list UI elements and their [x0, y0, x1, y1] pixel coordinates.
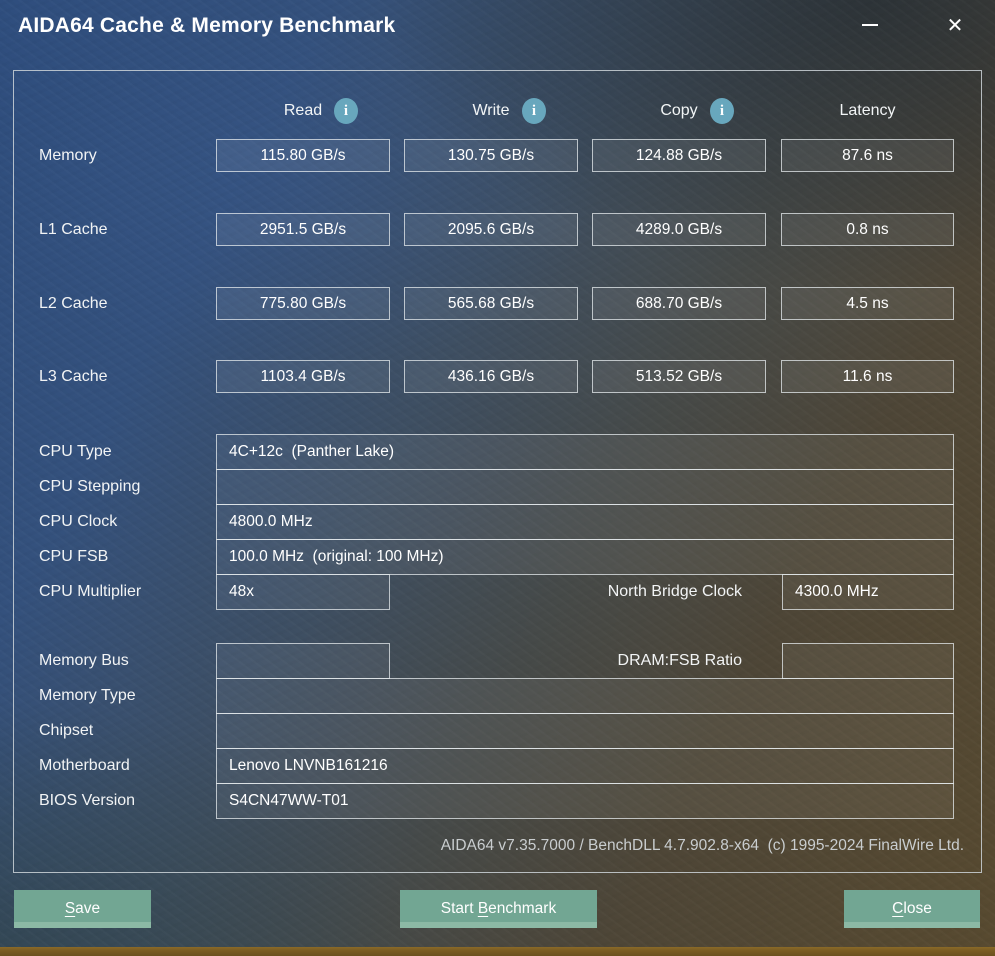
start-label-accel: B [477, 900, 489, 917]
cpu-fsb-value: 100.0 MHz (original: 100 MHz) [216, 539, 954, 575]
memory-type-value [216, 678, 954, 714]
field-label-cpu-clock: CPU Clock [39, 513, 118, 530]
cpu-stepping-value [216, 469, 954, 505]
memory-write-value: 130.75 GB/s [404, 139, 578, 172]
bios-version-value: S4CN47WW-T01 [216, 783, 954, 819]
row-label-l1-cache: L1 Cache [39, 221, 108, 238]
save-label-accel: S [64, 900, 76, 917]
field-label-north-bridge-clock: North Bridge Clock [607, 583, 742, 600]
l3-write-value: 436.16 GB/s [404, 360, 578, 393]
cpu-type-value: 4C+12c (Panther Lake) [216, 434, 954, 470]
close-label-accel: C [892, 900, 904, 917]
column-header-read: Read i [216, 96, 390, 126]
version-credits-text: AIDA64 v7.35.7000 / BenchDLL 4.7.902.8-x… [440, 837, 964, 854]
l1-read-value: 2951.5 GB/s [216, 213, 390, 246]
start-benchmark-button[interactable]: Start Benchmark [400, 890, 597, 928]
close-window-button[interactable]: ✕ [938, 8, 972, 42]
column-header-latency: Latency [781, 96, 954, 126]
l2-write-value: 565.68 GB/s [404, 287, 578, 320]
column-header-write: Write i [404, 96, 578, 126]
dram-fsb-ratio-value [782, 643, 954, 679]
memory-bus-value [216, 643, 390, 679]
field-label-cpu-multiplier: CPU Multiplier [39, 583, 142, 600]
l2-read-value: 775.80 GB/s [216, 287, 390, 320]
minimize-icon [862, 24, 878, 26]
field-label-cpu-stepping: CPU Stepping [39, 478, 141, 495]
field-label-memory-type: Memory Type [39, 687, 136, 704]
save-button[interactable]: Save [14, 890, 151, 928]
field-label-chipset: Chipset [39, 722, 94, 739]
l1-write-value: 2095.6 GB/s [404, 213, 578, 246]
field-label-bios-version: BIOS Version [39, 792, 136, 809]
l3-copy-value: 513.52 GB/s [592, 360, 766, 393]
field-label-motherboard: Motherboard [39, 757, 130, 774]
motherboard-value: Lenovo LNVNB161216 [216, 748, 954, 784]
cpu-multiplier-value: 48x [216, 574, 390, 610]
north-bridge-clock-value: 4300.0 MHz [782, 574, 954, 610]
close-button[interactable]: Close [844, 890, 980, 928]
close-icon: ✕ [946, 14, 964, 37]
field-label-memory-bus: Memory Bus [39, 652, 129, 669]
latency-header-label: Latency [839, 102, 896, 119]
column-header-copy: Copy i [592, 96, 766, 126]
read-header-label: Read [283, 102, 323, 119]
minimize-button[interactable] [853, 8, 887, 42]
l3-read-value: 1103.4 GB/s [216, 360, 390, 393]
row-label-l3-cache: L3 Cache [39, 368, 108, 385]
l2-copy-value: 688.70 GB/s [592, 287, 766, 320]
field-label-cpu-type: CPU Type [39, 443, 112, 460]
desktop-background-strip [0, 947, 995, 956]
l1-copy-value: 4289.0 GB/s [592, 213, 766, 246]
aida64-benchmark-window: { "window": { "title": "AIDA64 Cache & M… [0, 0, 995, 956]
memory-copy-value: 124.88 GB/s [592, 139, 766, 172]
write-info-icon[interactable]: i [522, 98, 546, 124]
field-label-cpu-fsb: CPU FSB [39, 548, 109, 565]
copy-header-label: Copy [660, 102, 698, 119]
l3-latency-value: 11.6 ns [781, 360, 954, 393]
l2-latency-value: 4.5 ns [781, 287, 954, 320]
write-header-label: Write [472, 102, 510, 119]
l1-latency-value: 0.8 ns [781, 213, 954, 246]
field-label-dram-fsb-ratio: DRAM:FSB Ratio [617, 652, 742, 669]
benchmark-panel: Read i Write i Copy i Latency Memory 115… [13, 70, 982, 873]
save-label-post: ave [75, 900, 101, 917]
copy-info-icon[interactable]: i [710, 98, 734, 124]
memory-latency-value: 87.6 ns [781, 139, 954, 172]
start-label-pre: Start [440, 900, 478, 917]
start-label-post: enchmark [488, 900, 557, 917]
read-info-icon[interactable]: i [334, 98, 358, 124]
row-label-l2-cache: L2 Cache [39, 295, 108, 312]
cpu-clock-value: 4800.0 MHz [216, 504, 954, 540]
close-label-post: lose [903, 900, 932, 917]
memory-read-value: 115.80 GB/s [216, 139, 390, 172]
window-title: AIDA64 Cache & Memory Benchmark [18, 14, 396, 37]
row-label-memory: Memory [39, 147, 97, 164]
chipset-value [216, 713, 954, 749]
